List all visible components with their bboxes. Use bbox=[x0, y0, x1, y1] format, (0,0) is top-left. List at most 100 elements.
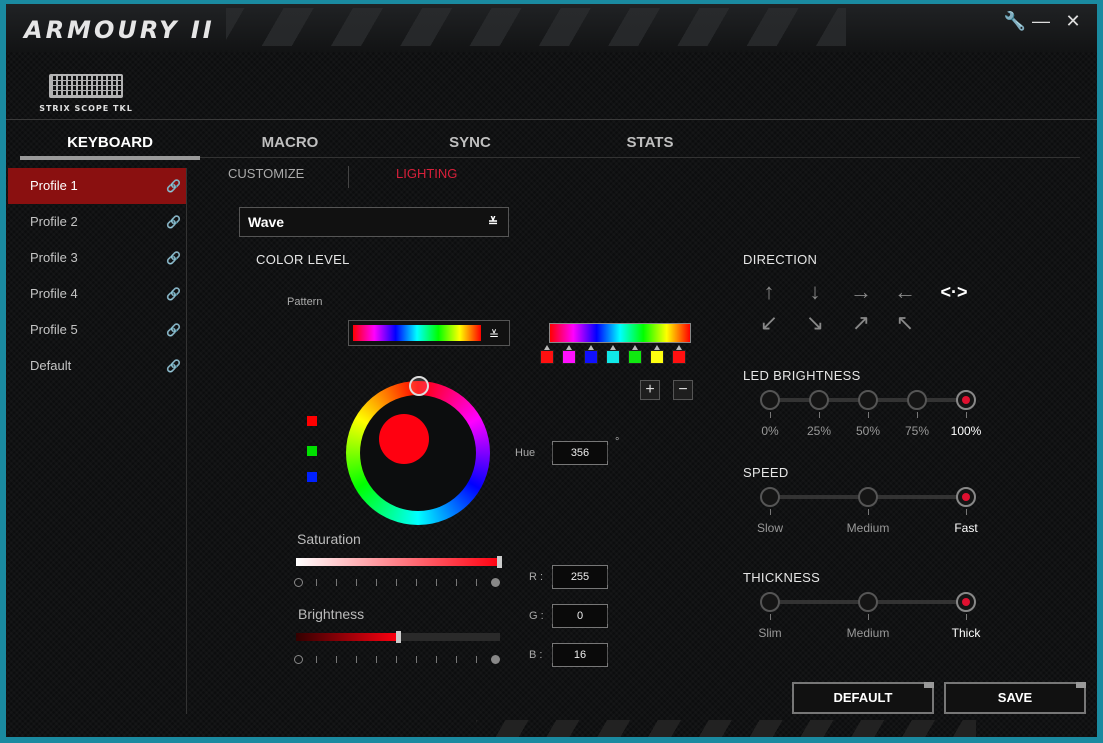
color-swatch[interactable] bbox=[540, 345, 554, 364]
pattern-preview bbox=[549, 323, 691, 343]
g-input[interactable]: 0 bbox=[552, 604, 608, 628]
b-input[interactable]: 16 bbox=[552, 643, 608, 667]
subtab-customize[interactable]: CUSTOMIZE bbox=[228, 166, 304, 181]
profile-item-1[interactable]: Profile 1 🔗 bbox=[8, 168, 186, 204]
color-swatch[interactable] bbox=[672, 345, 686, 364]
brightness-slider[interactable] bbox=[296, 631, 500, 643]
default-button[interactable]: DEFAULT bbox=[792, 682, 934, 714]
degree-symbol: ° bbox=[615, 436, 620, 448]
arrow-down-left-icon[interactable]: ↙ bbox=[756, 310, 782, 336]
slider-stop[interactable] bbox=[809, 390, 829, 410]
slider-stop[interactable] bbox=[858, 390, 878, 410]
pattern-gradient bbox=[353, 325, 481, 341]
color-wheel[interactable] bbox=[346, 376, 490, 525]
brightness-thumb[interactable] bbox=[396, 631, 401, 643]
tab-keyboard[interactable]: KEYBOARD bbox=[20, 134, 200, 160]
tick-mark bbox=[416, 656, 417, 663]
divider bbox=[6, 119, 1097, 120]
color-swatch[interactable] bbox=[562, 345, 576, 364]
add-color-button[interactable]: + bbox=[640, 380, 660, 400]
speed-slider[interactable]: Slow Medium Fast bbox=[757, 487, 978, 535]
chevron-down-icon: ≚ bbox=[489, 328, 500, 342]
arrow-right-icon[interactable]: → bbox=[848, 279, 874, 305]
tick-mark bbox=[416, 579, 417, 586]
device-selector[interactable]: STRIX SCOPE TKL bbox=[36, 74, 136, 113]
close-icon[interactable]: ✕ bbox=[1060, 10, 1086, 32]
tab-macro[interactable]: MACRO bbox=[200, 134, 380, 151]
hue-handle[interactable] bbox=[409, 376, 429, 396]
tick-mark bbox=[396, 656, 397, 663]
keyboard-icon bbox=[49, 74, 123, 98]
color-swatch[interactable] bbox=[650, 345, 664, 364]
remove-color-button[interactable]: − bbox=[673, 380, 693, 400]
color-swatch[interactable] bbox=[584, 345, 598, 364]
tick-mark bbox=[966, 509, 967, 515]
profile-item-default[interactable]: Default 🔗 bbox=[8, 348, 186, 384]
b-label: B : bbox=[529, 649, 543, 661]
profile-item-4[interactable]: Profile 4 🔗 bbox=[8, 276, 186, 312]
effect-dropdown[interactable]: Wave ≚ bbox=[239, 207, 509, 237]
wrench-icon[interactable]: 🔧 bbox=[1002, 10, 1028, 32]
minimize-icon[interactable]: — bbox=[1028, 10, 1054, 32]
arrow-left-icon[interactable]: ← bbox=[892, 279, 918, 305]
link-icon[interactable]: 🔗 bbox=[166, 359, 181, 373]
slider-stop[interactable] bbox=[956, 592, 976, 612]
direction-title: DIRECTION bbox=[743, 252, 818, 267]
app-title: ARMOURY II bbox=[24, 16, 215, 44]
slider-stop[interactable] bbox=[956, 487, 976, 507]
tick-mark bbox=[917, 412, 918, 418]
tick-mark bbox=[376, 579, 377, 586]
tab-sync[interactable]: SYNC bbox=[380, 134, 560, 151]
subtab-lighting[interactable]: LIGHTING bbox=[396, 166, 457, 181]
brightness-fill bbox=[296, 633, 398, 641]
slider-stop-label: Thick bbox=[951, 626, 981, 640]
effect-value: Wave bbox=[248, 214, 285, 230]
tick-mark bbox=[770, 412, 771, 418]
saturation-slider[interactable] bbox=[296, 556, 502, 568]
link-icon[interactable]: 🔗 bbox=[166, 215, 181, 229]
tick-mark bbox=[316, 579, 317, 586]
hue-input[interactable]: 356 bbox=[552, 441, 608, 465]
link-icon[interactable]: 🔗 bbox=[166, 251, 181, 265]
slider-stop-label: Slow bbox=[756, 521, 783, 535]
slider-stop[interactable] bbox=[956, 390, 976, 410]
tick-mark bbox=[476, 579, 477, 586]
blue-channel-icon bbox=[307, 472, 317, 482]
main-tabs: KEYBOARD MACRO SYNC STATS bbox=[20, 134, 1080, 160]
link-icon[interactable]: 🔗 bbox=[166, 323, 181, 337]
link-icon[interactable]: 🔗 bbox=[166, 179, 181, 193]
slider-stop[interactable] bbox=[760, 390, 780, 410]
slider-stop[interactable] bbox=[858, 487, 878, 507]
thickness-title: THICKNESS bbox=[743, 570, 821, 585]
tab-stats[interactable]: STATS bbox=[560, 134, 740, 151]
color-swatch[interactable] bbox=[606, 345, 620, 364]
chevron-down-icon: ≚ bbox=[488, 215, 499, 229]
slider-stop[interactable] bbox=[760, 592, 780, 612]
profile-label: Profile 3 bbox=[30, 250, 78, 265]
hue-label: Hue bbox=[515, 447, 536, 459]
arrow-down-icon[interactable]: ↓ bbox=[802, 279, 828, 305]
tick-mark bbox=[476, 656, 477, 663]
slider-stop[interactable] bbox=[907, 390, 927, 410]
pattern-label: Pattern bbox=[287, 296, 323, 308]
title-bar: ARMOURY II 🔧 — ✕ bbox=[6, 4, 1097, 52]
profile-item-2[interactable]: Profile 2 🔗 bbox=[8, 204, 186, 240]
arrow-up-right-icon[interactable]: ↗ bbox=[848, 310, 874, 336]
link-icon[interactable]: 🔗 bbox=[166, 287, 181, 301]
slider-stop[interactable] bbox=[858, 592, 878, 612]
arrow-up-left-icon[interactable]: ↖ bbox=[892, 310, 918, 336]
r-input[interactable]: 255 bbox=[552, 565, 608, 589]
slider-stop[interactable] bbox=[760, 487, 780, 507]
arrow-horizontal-outward-icon[interactable]: <·> bbox=[936, 279, 972, 305]
profile-item-5[interactable]: Profile 5 🔗 bbox=[8, 312, 186, 348]
profile-item-3[interactable]: Profile 3 🔗 bbox=[8, 240, 186, 276]
color-swatch[interactable] bbox=[628, 345, 642, 364]
led-brightness-slider[interactable]: 0% 25% 50% 75% 100% bbox=[760, 390, 981, 438]
tick-mark bbox=[456, 579, 457, 586]
thickness-slider[interactable]: Slim Medium Thick bbox=[758, 592, 980, 640]
arrow-up-icon[interactable]: ↑ bbox=[756, 279, 782, 305]
saturation-thumb[interactable] bbox=[497, 556, 502, 568]
pattern-dropdown[interactable]: ≚ bbox=[348, 320, 510, 346]
save-button[interactable]: SAVE bbox=[944, 682, 1086, 714]
arrow-down-right-icon[interactable]: ↘ bbox=[802, 310, 828, 336]
